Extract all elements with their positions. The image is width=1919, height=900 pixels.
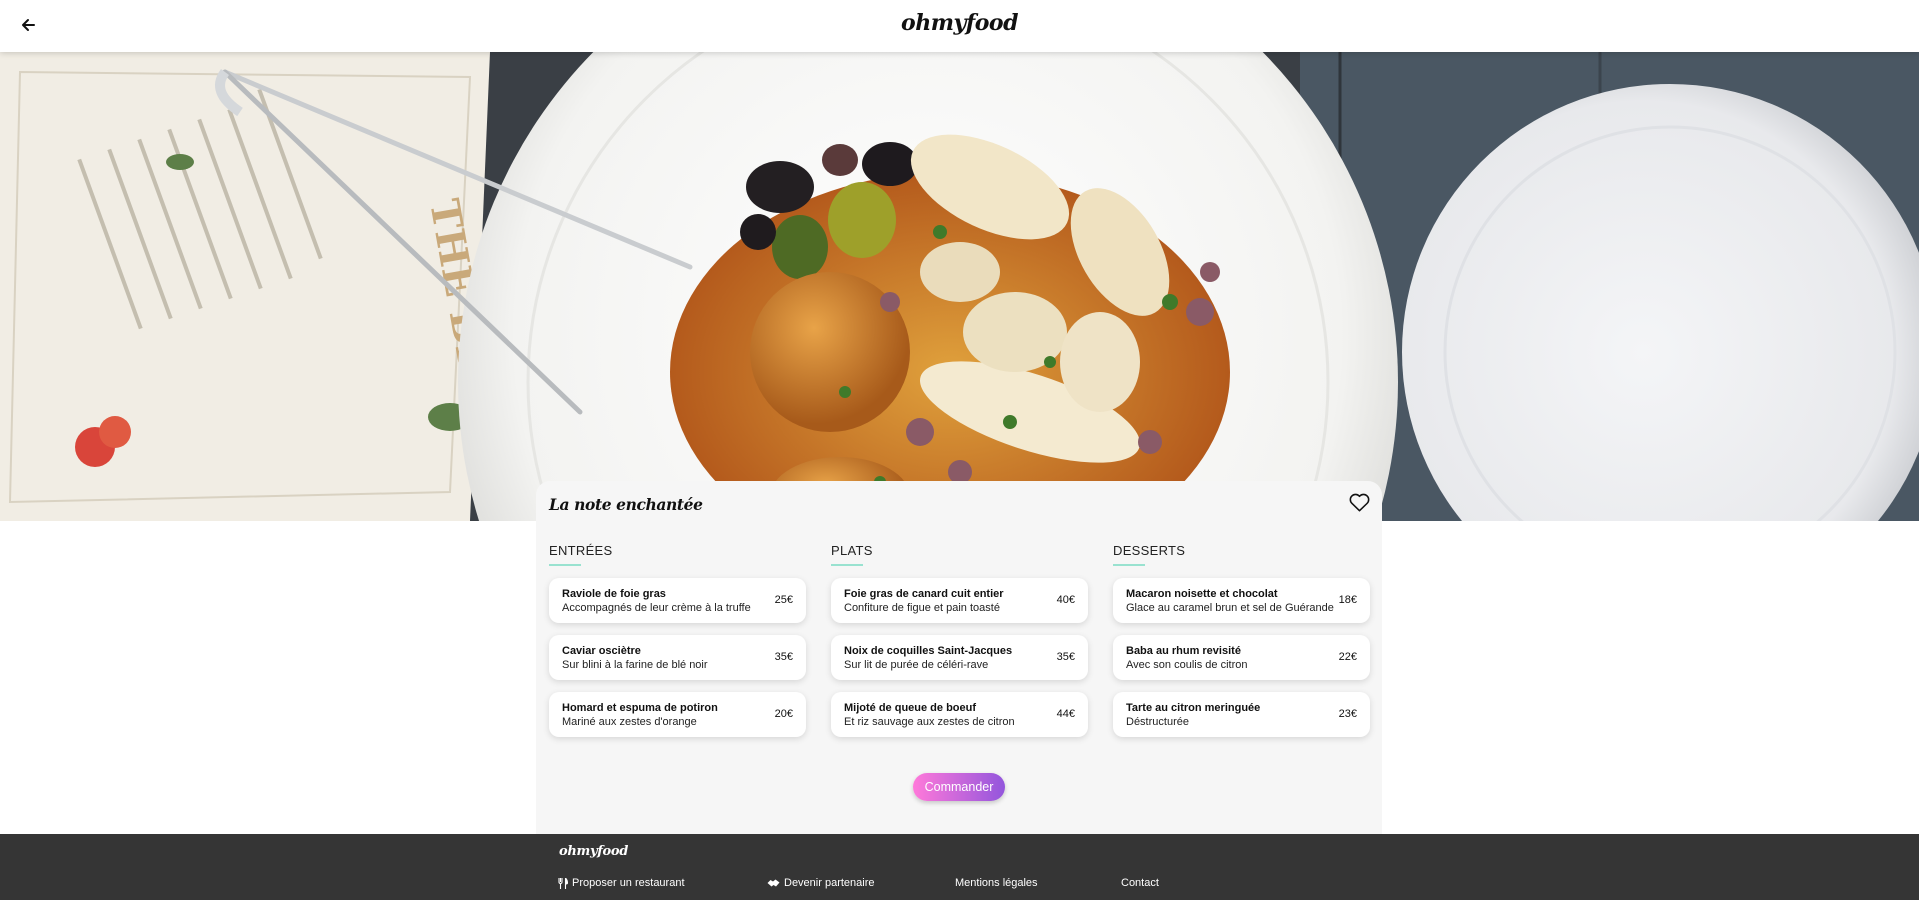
menu-item[interactable]: Raviole de foie gras Accompagnés de leur…: [549, 578, 806, 623]
menu-section-entrees: ENTRÉES Raviole de foie gras Accompagnés…: [549, 543, 806, 737]
utensils-icon: [558, 877, 568, 889]
site-footer: ohmyfood Proposer un restaurant Devenir …: [0, 834, 1919, 900]
dish-price: 40€: [1056, 594, 1075, 606]
menu-item[interactable]: Foie gras de canard cuit entier Confitur…: [831, 578, 1088, 623]
menu-item[interactable]: Tarte au citron meringuée Déstructurée 2…: [1113, 692, 1370, 737]
footer-link-propose-restaurant[interactable]: Proposer un restaurant: [558, 877, 685, 889]
dish-price: 35€: [774, 651, 793, 663]
footer-logo[interactable]: ohmyfood: [559, 844, 628, 859]
site-logo[interactable]: ohmyfood: [0, 10, 1919, 36]
menu-card: La note enchantée ENTRÉES Raviole de foi…: [536, 481, 1382, 834]
dish-description: Mariné aux zestes d'orange: [562, 716, 697, 728]
section-underline: [831, 564, 863, 566]
section-title: ENTRÉES: [549, 543, 613, 558]
footer-link-contact[interactable]: Contact: [1121, 877, 1159, 889]
footer-link-legal[interactable]: Mentions légales: [955, 877, 1038, 889]
footer-link-label: Proposer un restaurant: [572, 877, 685, 889]
menu-item[interactable]: Macaron noisette et chocolat Glace au ca…: [1113, 578, 1370, 623]
menu-item[interactable]: Caviar osciètre Sur blini à la farine de…: [549, 635, 806, 680]
menu-item[interactable]: Homard et espuma de potiron Mariné aux z…: [549, 692, 806, 737]
dish-photo: THE BITE: [0, 52, 1919, 521]
dish-name: Tarte au citron meringuée: [1126, 702, 1261, 714]
dish-name: Homard et espuma de potiron: [562, 702, 718, 714]
dish-name: Noix de coquilles Saint-Jacques: [844, 645, 1013, 657]
dish-description: Déstructurée: [1126, 716, 1189, 728]
footer-link-become-partner[interactable]: Devenir partenaire: [767, 877, 875, 889]
dish-name: Raviole de foie gras: [562, 588, 666, 600]
footer-link-label: Mentions légales: [955, 877, 1038, 889]
dish-description: Sur blini à la farine de blé noir: [562, 659, 708, 671]
dish-description: Avec son coulis de citron: [1126, 659, 1248, 671]
section-title: DESSERTS: [1113, 543, 1186, 558]
dish-price: 20€: [774, 708, 793, 720]
dish-name: Mijoté de queue de boeuf: [844, 702, 977, 714]
restaurant-name: La note enchantée: [549, 495, 703, 514]
section-underline: [1113, 564, 1145, 566]
dish-description: Sur lit de purée de céléri-rave: [844, 659, 989, 671]
top-header: ohmyfood: [0, 0, 1919, 52]
footer-link-label: Contact: [1121, 877, 1159, 889]
dish-name: Baba au rhum revisité: [1126, 645, 1241, 657]
handshake-icon: [767, 879, 780, 887]
dish-price: 18€: [1338, 594, 1357, 606]
dish-price: 23€: [1338, 708, 1357, 720]
dish-price: 35€: [1056, 651, 1075, 663]
dish-description: Glace au caramel brun et sel de Guérande: [1126, 602, 1334, 614]
heart-outline-icon[interactable]: [1349, 493, 1370, 512]
menu-section-plats: PLATS Foie gras de canard cuit entier Co…: [831, 543, 1088, 737]
dish-name: Caviar osciètre: [562, 645, 641, 657]
dish-name: Macaron noisette et chocolat: [1126, 588, 1278, 600]
order-button[interactable]: Commander: [913, 773, 1005, 801]
dish-price: 25€: [774, 594, 793, 606]
hero-image: THE BITE: [0, 52, 1919, 521]
footer-link-label: Devenir partenaire: [784, 877, 875, 889]
dish-name: Foie gras de canard cuit entier: [844, 588, 1004, 600]
dish-price: 22€: [1338, 651, 1357, 663]
menu-item[interactable]: Mijoté de queue de boeuf Et riz sauvage …: [831, 692, 1088, 737]
menu-item[interactable]: Noix de coquilles Saint-Jacques Sur lit …: [831, 635, 1088, 680]
section-underline: [549, 564, 581, 566]
dish-description: Et riz sauvage aux zestes de citron: [844, 716, 1015, 728]
section-title: PLATS: [831, 543, 873, 558]
dish-description: Accompagnés de leur crème à la truffe: [562, 602, 751, 614]
dish-description: Confiture de figue et pain toasté: [844, 602, 1000, 614]
dish-price: 44€: [1056, 708, 1075, 720]
menu-section-desserts: DESSERTS Macaron noisette et chocolat Gl…: [1113, 543, 1370, 737]
menu-item[interactable]: Baba au rhum revisité Avec son coulis de…: [1113, 635, 1370, 680]
